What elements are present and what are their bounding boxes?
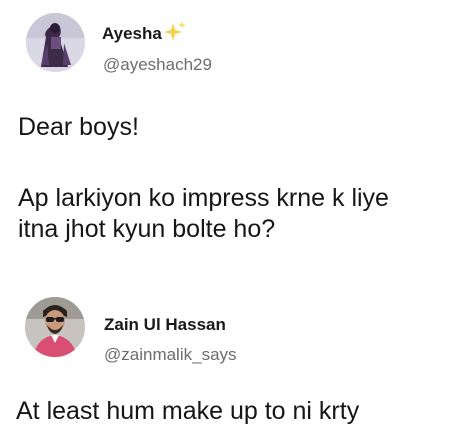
tweet-zain: Zain Ul Hassan @zainmalik_says At least … (0, 292, 450, 445)
handle[interactable]: @ayeshach29 (103, 55, 212, 75)
display-name[interactable]: Ayesha (102, 24, 162, 44)
avatar-ayesha[interactable] (26, 13, 85, 72)
tweet-ayesha: Ayesha @ayeshach29 Dear boys! Ap larkiyo… (0, 0, 450, 270)
tweet-text-line-1: At least hum make up to ni krty (16, 397, 360, 425)
avatar-ayesha-image (26, 13, 85, 72)
avatar-zain[interactable] (25, 297, 85, 357)
avatar-zain-image (25, 297, 85, 357)
tweet-text-line-1: Dear boys! (18, 113, 139, 141)
display-name[interactable]: Zain Ul Hassan (104, 315, 226, 335)
sparkles-icon (162, 20, 188, 51)
tweet-text-line-2: Ap larkiyon ko impress krne k liye (18, 184, 389, 212)
handle[interactable]: @zainmalik_says (104, 345, 237, 365)
tweet-text-line-3: itna jhot kyun bolte ho? (18, 215, 276, 243)
